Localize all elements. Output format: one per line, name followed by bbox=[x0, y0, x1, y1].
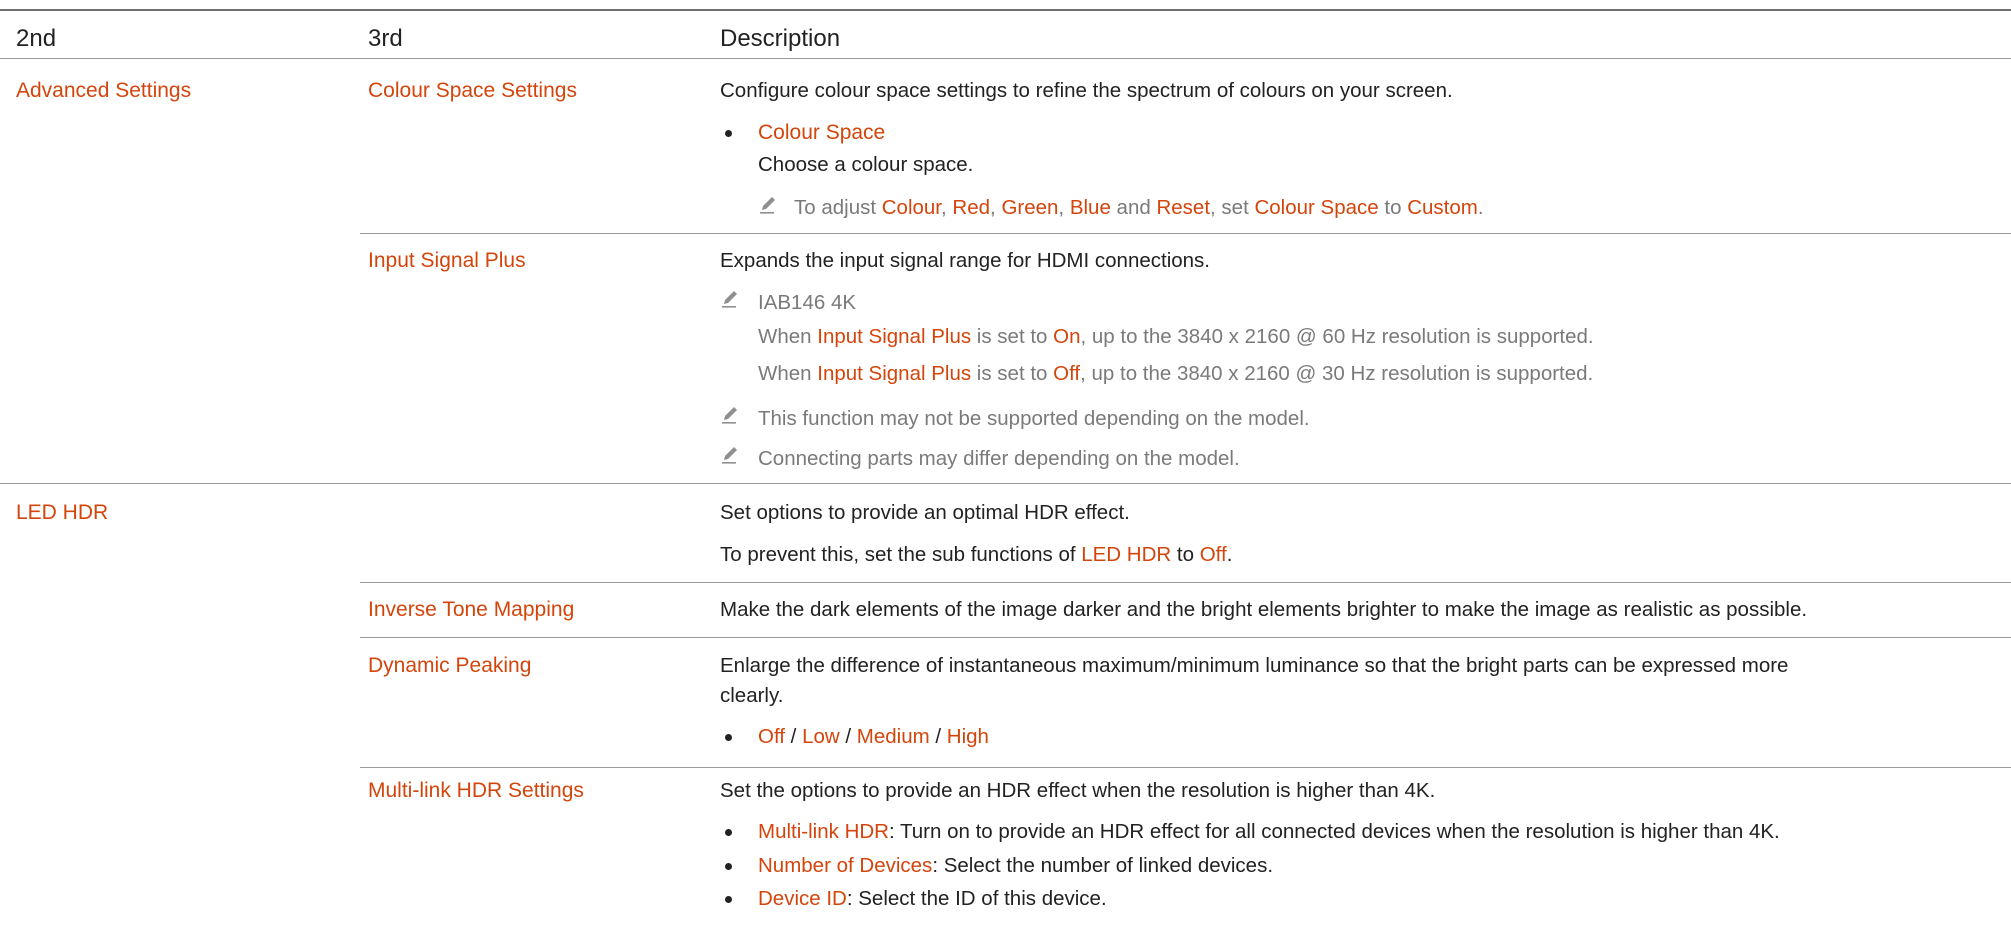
multi-link-hdr-settings-desc: Set the options to provide an HDR effect… bbox=[720, 779, 1436, 802]
led-hdr-label: LED HDR bbox=[16, 501, 109, 524]
led-hdr-prevent-note: To prevent this, set the sub functions o… bbox=[720, 543, 1233, 566]
row-rule bbox=[360, 637, 2011, 638]
column-header-2nd: 2nd bbox=[16, 25, 57, 52]
led-hdr-desc: Set options to provide an optimal HDR ef… bbox=[720, 501, 1130, 524]
row-rule bbox=[360, 582, 2011, 583]
input-signal-off-line: When Input Signal Plus is set to Off, up… bbox=[758, 362, 1594, 385]
bullet-dot bbox=[725, 863, 732, 870]
bullet-dot bbox=[725, 829, 732, 836]
dynamic-peaking-desc-line1: Enlarge the difference of instantaneous … bbox=[720, 654, 1789, 677]
bullet-dot bbox=[725, 734, 732, 741]
pencil-icon bbox=[760, 197, 775, 214]
colour-space-note: To adjust Colour, Red, Green, Blue and R… bbox=[794, 196, 1484, 219]
input-signal-model-note: IAB146 4K bbox=[758, 291, 857, 314]
colour-space-bullet-label: Colour Space bbox=[758, 121, 886, 144]
header-rule bbox=[0, 58, 2011, 59]
pencil-icon bbox=[722, 447, 737, 464]
list-item: Device ID: Select the ID of this device. bbox=[758, 887, 1107, 910]
pencil-icon bbox=[722, 291, 737, 308]
inverse-tone-mapping-label: Inverse Tone Mapping bbox=[368, 598, 575, 621]
bullet-dot bbox=[725, 130, 732, 137]
input-signal-parts-note: Connecting parts may differ depending on… bbox=[758, 447, 1240, 470]
list-item: Multi-link HDR: Turn on to provide an HD… bbox=[758, 820, 1780, 843]
row-rule bbox=[360, 767, 2011, 768]
inverse-tone-mapping-desc: Make the dark elements of the image dark… bbox=[720, 598, 1808, 621]
column-header-description: Description bbox=[720, 25, 841, 52]
colour-space-settings-desc: Configure colour space settings to refin… bbox=[720, 79, 1453, 102]
advanced-settings-label: Advanced Settings bbox=[16, 79, 192, 102]
row-rule bbox=[360, 233, 2011, 234]
colour-space-bullet-desc: Choose a colour space. bbox=[758, 153, 974, 176]
bullet-dot bbox=[725, 896, 732, 903]
list-item: Number of Devices: Select the number of … bbox=[758, 854, 1274, 877]
dynamic-peaking-desc-line2: clearly. bbox=[720, 684, 784, 707]
pencil-icon bbox=[722, 407, 737, 424]
input-signal-support-note: This function may not be supported depen… bbox=[758, 407, 1310, 430]
input-signal-plus-label: Input Signal Plus bbox=[368, 249, 526, 272]
multi-link-hdr-settings-label: Multi-link HDR Settings bbox=[368, 779, 584, 802]
input-signal-plus-desc: Expands the input signal range for HDMI … bbox=[720, 249, 1210, 272]
table-top-rule bbox=[0, 9, 2011, 11]
column-header-3rd: 3rd bbox=[368, 25, 403, 52]
row-rule bbox=[0, 483, 2011, 484]
colour-space-settings-label: Colour Space Settings bbox=[368, 79, 577, 102]
dynamic-peaking-label: Dynamic Peaking bbox=[368, 654, 532, 677]
input-signal-on-line: When Input Signal Plus is set to On, up … bbox=[758, 325, 1594, 348]
dynamic-peaking-options: Off / Low / Medium / High bbox=[758, 725, 989, 748]
